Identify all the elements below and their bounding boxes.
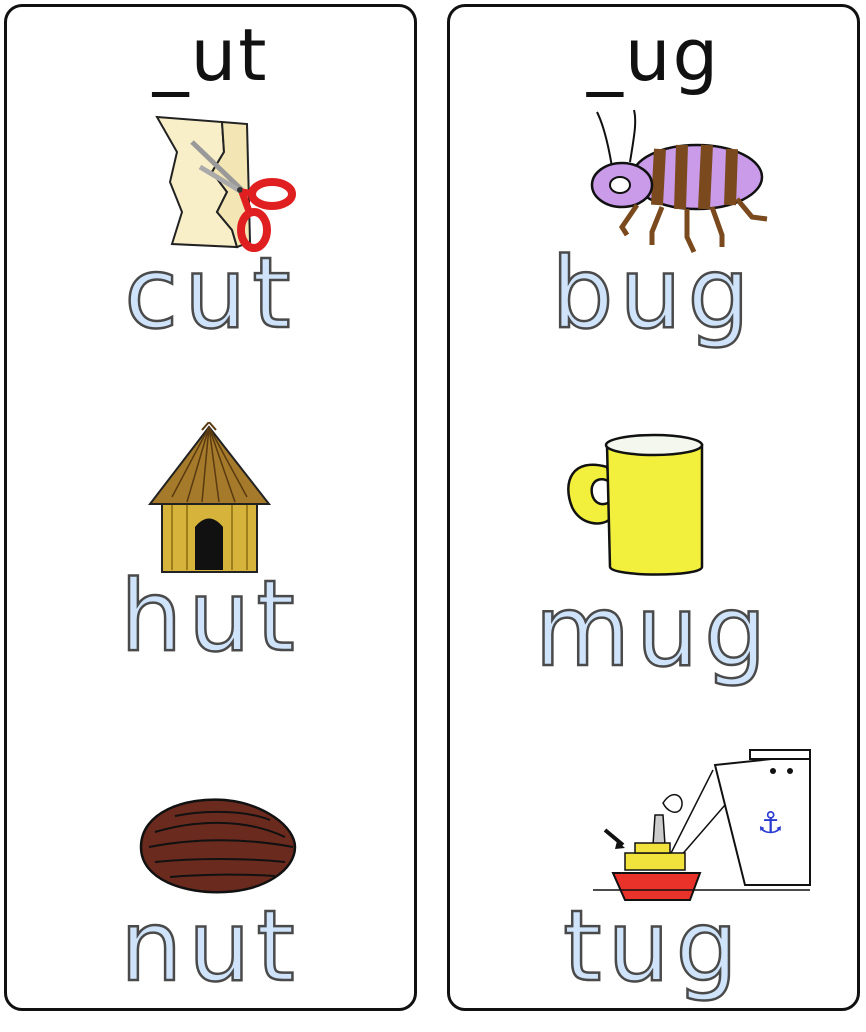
svg-text:⚓: ⚓ xyxy=(757,806,784,841)
word-cut: cut xyxy=(123,237,297,351)
word-hut: hut xyxy=(119,560,301,674)
word-nut: nut xyxy=(119,890,301,1004)
word-family-card-ut: _ut cut hut nut xyxy=(4,4,417,1011)
thatched-hut-icon xyxy=(147,422,272,573)
mug-icon xyxy=(567,433,704,576)
bug-icon xyxy=(590,109,768,254)
word-family-card-ug: _ug bug mug ⚓ tug xyxy=(447,4,860,1011)
scissors-cutting-paper-icon xyxy=(155,115,296,252)
word-family-heading: _ug xyxy=(586,13,721,97)
word-bug: bug xyxy=(550,237,756,351)
word-mug: mug xyxy=(533,575,773,689)
word-family-heading: _ut xyxy=(152,13,269,97)
word-tug: tug xyxy=(562,890,744,1004)
nut-icon xyxy=(139,798,297,894)
